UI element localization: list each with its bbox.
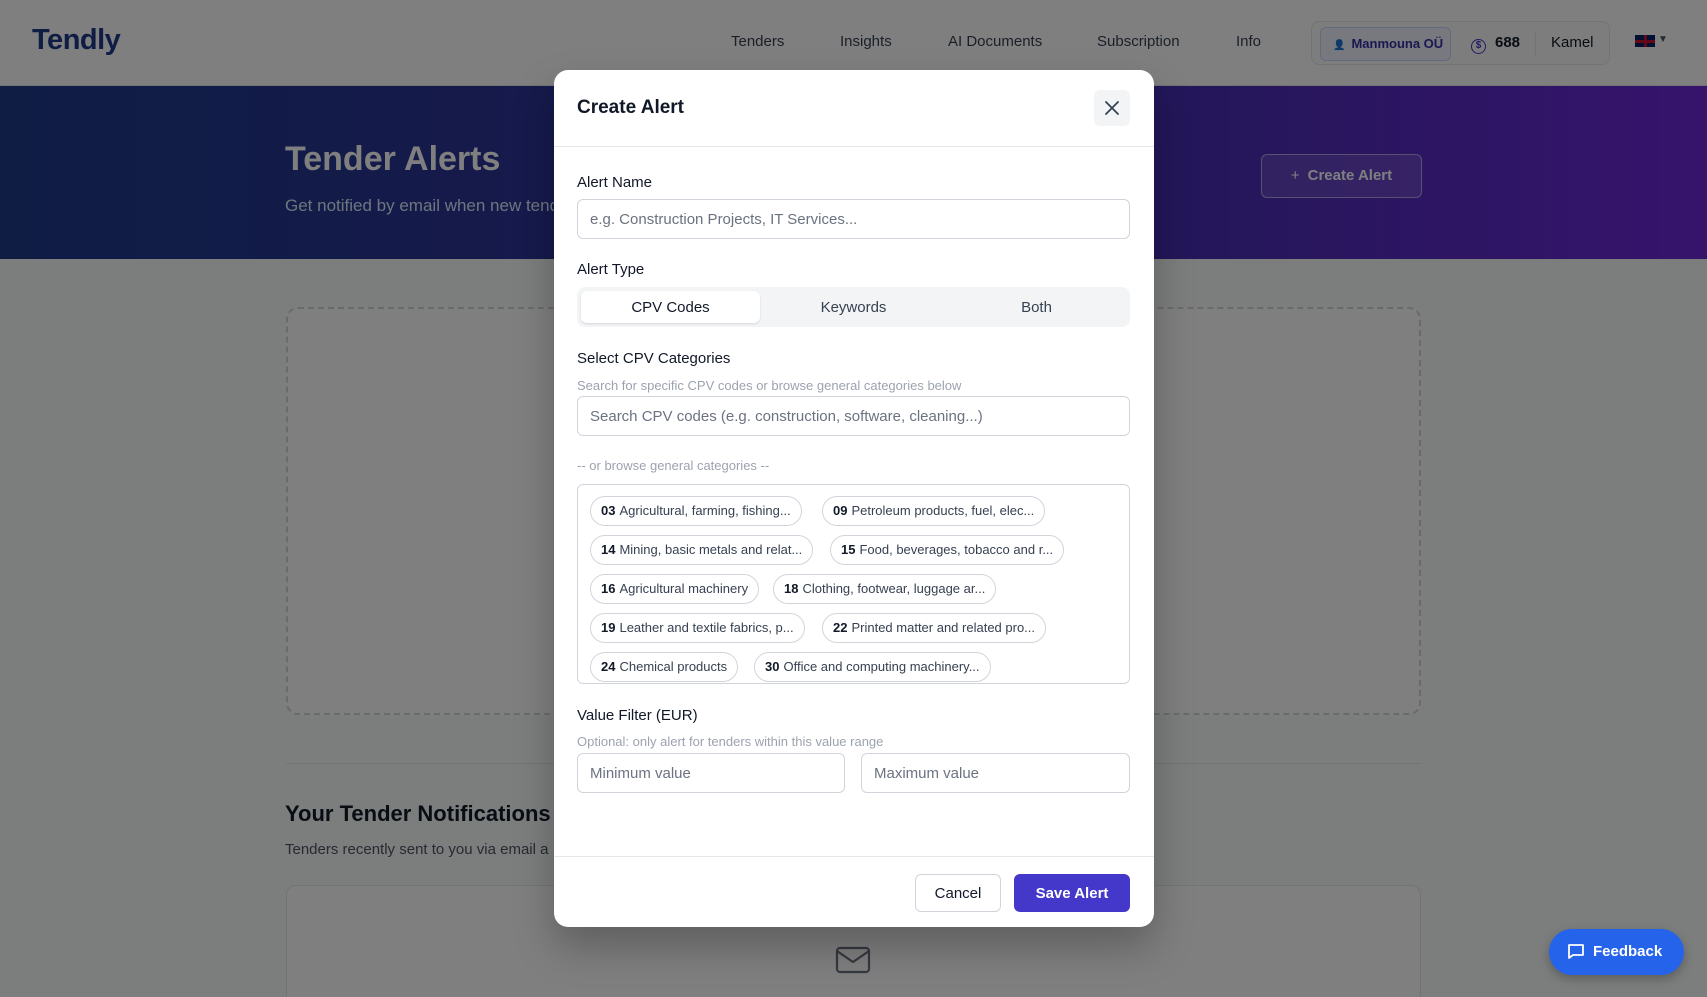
browse-categories-label: -- or browse general categories -- [577, 458, 770, 473]
feedback-button[interactable]: Feedback [1549, 929, 1684, 975]
min-value-input[interactable] [577, 753, 845, 793]
cpv-category-chip[interactable]: 19 Leather and textile fabrics, p... [590, 613, 805, 643]
cpv-category-chip[interactable]: 30 Office and computing machinery... [754, 652, 991, 682]
cpv-category-chip[interactable]: 14 Mining, basic metals and relat... [590, 535, 814, 565]
chat-bubble-icon [1568, 944, 1584, 959]
cpv-search-input[interactable] [577, 396, 1130, 436]
value-filter-help-text: Optional: only alert for tenders within … [577, 734, 884, 749]
cpv-category-chip[interactable]: 24 Chemical products [590, 652, 739, 682]
alert-type-selector: CPV Codes Keywords Both [577, 287, 1130, 327]
modal-footer: Cancel Save Alert [554, 856, 1154, 927]
save-alert-button[interactable]: Save Alert [1014, 874, 1130, 912]
cpv-category-chip[interactable]: 16 Agricultural machinery [590, 574, 760, 604]
max-value-input[interactable] [861, 753, 1130, 793]
cpv-category-chip[interactable]: 03 Agricultural, farming, fishing... [590, 496, 802, 526]
cancel-button[interactable]: Cancel [915, 874, 1001, 912]
feedback-label: Feedback [1593, 943, 1663, 960]
modal-header: Create Alert [554, 70, 1154, 147]
cpv-categories-label: Select CPV Categories [577, 350, 731, 367]
cpv-category-chip[interactable]: 09 Petroleum products, fuel, elec... [822, 496, 1046, 526]
cpv-help-text: Search for specific CPV codes or browse … [577, 378, 962, 393]
create-alert-modal: Create Alert Alert Name Alert Type CPV C… [554, 70, 1154, 927]
alert-name-input[interactable] [577, 199, 1130, 239]
alert-type-cpv-codes[interactable]: CPV Codes [581, 291, 760, 323]
alert-type-label: Alert Type [577, 261, 645, 278]
alert-name-label: Alert Name [577, 174, 653, 191]
close-icon [1105, 101, 1119, 115]
cpv-category-list[interactable]: 03 Agricultural, farming, fishing... 09 Pe… [577, 484, 1130, 684]
cpv-category-chip[interactable]: 22 Printed matter and related pro... [822, 613, 1047, 643]
modal-title: Create Alert [577, 97, 685, 118]
alert-type-both[interactable]: Both [947, 291, 1126, 323]
cpv-category-chip[interactable]: 18 Clothing, footwear, luggage ar... [773, 574, 997, 604]
cpv-category-chip[interactable]: 15 Food, beverages, tobacco and r... [830, 535, 1065, 565]
value-filter-label: Value Filter (EUR) [577, 707, 698, 724]
alert-type-keywords[interactable]: Keywords [764, 291, 943, 323]
close-button[interactable] [1094, 90, 1130, 126]
